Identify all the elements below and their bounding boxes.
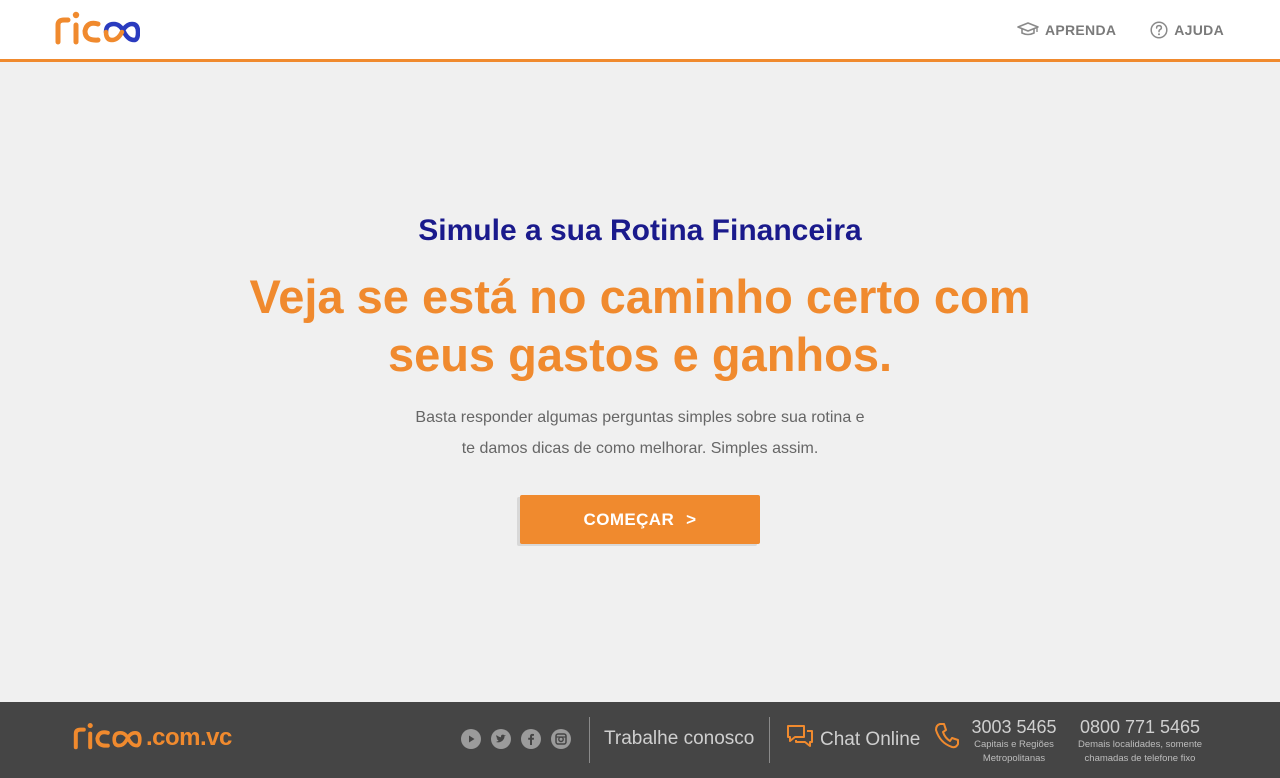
question-circle-icon: [1150, 20, 1168, 39]
chat-bubbles-icon: [786, 724, 814, 756]
hero-description-line-2: te damos dicas de como melhorar. Simples…: [461, 440, 819, 457]
phone-capitais[interactable]: 3003 5465 Capitais e Regiões Metropolita…: [966, 716, 1062, 766]
footer-logo[interactable]: .com.vc: [68, 720, 232, 752]
graduation-cap-icon: [1017, 21, 1039, 38]
phone-note-line-1: Demais localidades, somente: [1077, 739, 1203, 750]
instagram-icon[interactable]: [551, 729, 571, 749]
phone-note-line-2: chamadas de telefone fixo: [1084, 753, 1196, 764]
phone-number: 3003 5465: [971, 717, 1057, 737]
hero-headline: Veja se está no caminho certo com seus g…: [0, 268, 1280, 384]
hero-description: Basta responder algumas perguntas simple…: [0, 402, 1280, 464]
hero-description-line-1: Basta responder algumas perguntas simple…: [415, 409, 865, 426]
rico-logo[interactable]: [54, 8, 141, 48]
nav-aprenda[interactable]: APRENDA: [1017, 22, 1116, 38]
nav-ajuda-label: AJUDA: [1174, 21, 1224, 38]
twitter-icon[interactable]: [491, 729, 511, 749]
phone-note-line-1: Capitais e Regiões: [974, 739, 1054, 750]
hero-kicker: Simule a sua Rotina Financeira: [418, 214, 862, 247]
header-nav: APRENDA AJUDA: [1017, 0, 1224, 59]
chat-online-link[interactable]: Chat Online: [786, 724, 920, 756]
nav-aprenda-label: APRENDA: [1044, 21, 1117, 38]
social-links: [461, 729, 571, 749]
phone-demais-localidades[interactable]: 0800 771 5465 Demais localidades, soment…: [1068, 716, 1212, 766]
footer-divider: [769, 717, 770, 763]
footer-divider: [589, 717, 590, 763]
trabalhe-conosco-link[interactable]: Trabalhe conosco: [604, 728, 754, 750]
chevron-right-icon: >: [686, 509, 697, 529]
site-footer: .com.vc Trabalhe conosco Chat Online 300…: [0, 702, 1280, 778]
hero-headline-line-1: Veja se está no caminho certo com: [249, 270, 1031, 323]
phone-icon: [934, 722, 960, 755]
facebook-icon[interactable]: [521, 729, 541, 749]
phone-note-line-2: Metropolitanas: [982, 753, 1046, 764]
comecar-button-label: COMEÇAR: [583, 509, 675, 529]
youtube-icon[interactable]: [461, 729, 481, 749]
phone-number: 0800 771 5465: [1079, 717, 1201, 737]
footer-logo-domain: .com.vc: [146, 724, 232, 751]
nav-ajuda[interactable]: AJUDA: [1150, 20, 1224, 39]
hero-headline-line-2: seus gastos e ganhos.: [387, 328, 893, 381]
comecar-button[interactable]: COMEÇAR >: [520, 495, 760, 544]
hero-section: Simule a sua Rotina Financeira Veja se e…: [0, 62, 1280, 702]
top-header: APRENDA AJUDA: [0, 0, 1280, 62]
chat-online-label: Chat Online: [820, 729, 921, 750]
rico-footer-logo-icon: [73, 723, 142, 750]
